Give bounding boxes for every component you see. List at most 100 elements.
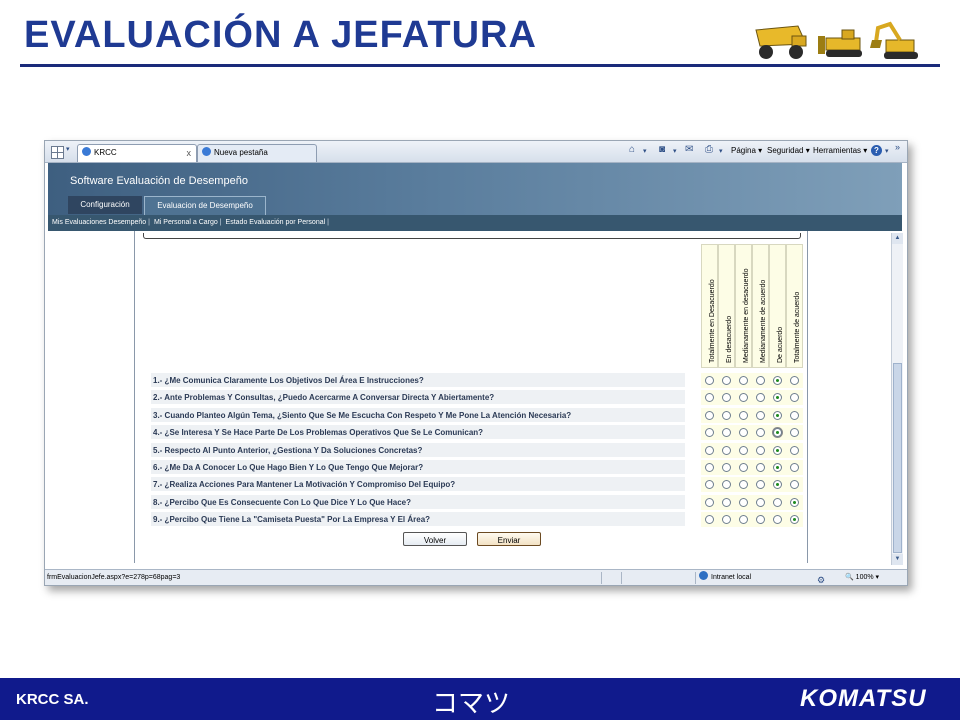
- rating-radio[interactable]: [790, 445, 799, 455]
- rating-radio[interactable]: [705, 428, 714, 438]
- zoom-control[interactable]: 🔍 100% ▾: [845, 570, 879, 585]
- tab-list-chevron-icon[interactable]: ▾: [66, 145, 70, 153]
- radio-cell: [786, 494, 803, 510]
- rating-radio[interactable]: [739, 376, 748, 385]
- feeds-dropdown-icon[interactable]: ▾: [673, 147, 677, 155]
- page-menu[interactable]: Página ▾: [731, 146, 762, 155]
- radio-cell: [752, 373, 769, 388]
- tools-menu[interactable]: Herramientas ▾: [813, 146, 867, 155]
- radio-cell: [769, 494, 786, 510]
- volver-button[interactable]: Volver: [403, 532, 467, 546]
- scale-header-label: Totalmente de acuerdo: [794, 291, 801, 363]
- rating-radio[interactable]: [773, 515, 782, 525]
- rating-radio[interactable]: [705, 445, 714, 455]
- rating-radio[interactable]: [705, 376, 714, 385]
- rating-radio[interactable]: [773, 393, 782, 403]
- rating-radio[interactable]: [773, 376, 782, 385]
- rating-radio[interactable]: [773, 497, 782, 507]
- menu-estado-evaluacion[interactable]: Estado Evaluación por Personal: [226, 219, 326, 226]
- home-icon[interactable]: ⌂: [629, 144, 635, 155]
- rating-radio[interactable]: [790, 376, 799, 385]
- tab-evaluacion-desempeno[interactable]: Evaluacion de Desempeño: [144, 196, 266, 215]
- rating-radio[interactable]: [705, 497, 714, 507]
- rating-radio[interactable]: [756, 463, 765, 472]
- print-icon[interactable]: ⎙: [705, 144, 713, 155]
- rating-radio[interactable]: [739, 463, 748, 472]
- title-divider: [20, 64, 940, 67]
- rating-radio[interactable]: [739, 480, 748, 490]
- radio-cell: [735, 477, 752, 493]
- browser-tab-new[interactable]: Nueva pestaña: [197, 144, 317, 162]
- rating-radio[interactable]: [722, 428, 731, 438]
- rating-radio[interactable]: [756, 515, 765, 525]
- rating-radio[interactable]: [773, 428, 782, 438]
- rating-radio[interactable]: [722, 515, 731, 525]
- rating-radio[interactable]: [790, 515, 799, 525]
- toolbar-overflow-icon[interactable]: »: [895, 142, 900, 152]
- rating-radio[interactable]: [739, 393, 748, 403]
- question-text: 5.- Respecto Al Punto Anterior, ¿Gestion…: [151, 442, 685, 458]
- rating-radio[interactable]: [756, 445, 765, 455]
- tab-close-icon[interactable]: x: [187, 145, 192, 161]
- rating-radio[interactable]: [773, 463, 782, 472]
- menu-mi-personal[interactable]: Mi Personal a Cargo: [154, 219, 218, 226]
- radio-cell: [701, 460, 718, 475]
- rating-radio[interactable]: [739, 515, 748, 525]
- rating-radio[interactable]: [705, 393, 714, 403]
- rating-radio[interactable]: [756, 497, 765, 507]
- rating-radio[interactable]: [790, 463, 799, 472]
- print-dropdown-icon[interactable]: ▾: [719, 147, 723, 155]
- rating-radio[interactable]: [773, 480, 782, 490]
- rating-radio[interactable]: [722, 497, 731, 507]
- rating-radio[interactable]: [773, 445, 782, 455]
- protected-mode-icon[interactable]: ⚙: [817, 572, 825, 585]
- vertical-scrollbar[interactable]: ▲ ▼: [891, 233, 903, 565]
- rating-radio[interactable]: [756, 376, 765, 385]
- tab-configuracion[interactable]: Configuración: [68, 196, 142, 214]
- rating-radio[interactable]: [790, 393, 799, 403]
- feeds-icon[interactable]: ◙: [659, 144, 665, 155]
- rating-radio[interactable]: [739, 497, 748, 507]
- rating-radio[interactable]: [756, 393, 765, 403]
- rating-radio[interactable]: [790, 480, 799, 490]
- rating-radio[interactable]: [790, 410, 799, 420]
- home-dropdown-icon[interactable]: ▾: [643, 147, 647, 155]
- komatsu-logo: KOMATSU: [800, 685, 927, 712]
- rating-radio[interactable]: [705, 515, 714, 525]
- radio-cell: [786, 425, 803, 441]
- enviar-button[interactable]: Enviar: [477, 532, 541, 546]
- rating-radio[interactable]: [722, 480, 731, 490]
- dump-truck-icon: [755, 25, 807, 59]
- rating-radio[interactable]: [705, 410, 714, 420]
- rating-radio[interactable]: [705, 480, 714, 490]
- quick-tabs-icon[interactable]: [51, 146, 64, 159]
- mail-icon[interactable]: ✉: [685, 144, 693, 155]
- rating-radio[interactable]: [739, 410, 748, 420]
- help-dropdown-icon[interactable]: ▾: [885, 147, 889, 155]
- rating-radio[interactable]: [739, 445, 748, 455]
- rating-radio[interactable]: [722, 393, 731, 403]
- scroll-up-icon[interactable]: ▲: [892, 233, 903, 244]
- rating-radio[interactable]: [722, 445, 731, 455]
- rating-radio[interactable]: [722, 463, 731, 472]
- security-menu[interactable]: Seguridad ▾: [767, 146, 810, 155]
- rating-radio[interactable]: [739, 428, 748, 438]
- rating-radio[interactable]: [722, 410, 731, 420]
- scroll-thumb[interactable]: [893, 363, 902, 553]
- rating-radio[interactable]: [722, 376, 731, 385]
- rating-radio[interactable]: [756, 480, 765, 490]
- rating-radio[interactable]: [756, 428, 765, 438]
- rating-radio[interactable]: [790, 497, 799, 507]
- rating-radio[interactable]: [790, 428, 799, 438]
- radio-cell: [769, 512, 786, 528]
- rating-radio[interactable]: [705, 463, 714, 472]
- browser-tab-krcc[interactable]: KRCC x: [77, 144, 197, 162]
- app-header: Software Evaluación de Desempeño Configu…: [48, 163, 902, 215]
- radio-cell: [735, 425, 752, 441]
- rating-radio[interactable]: [773, 410, 782, 420]
- scroll-down-icon[interactable]: ▼: [892, 554, 903, 565]
- help-icon[interactable]: ?: [871, 145, 882, 156]
- menu-mis-evaluaciones[interactable]: Mis Evaluaciones Desempeño: [52, 219, 146, 226]
- browser-window: ▾ KRCC x Nueva pestaña ⌂ ▾ ◙ ▾ ✉ ⎙ ▾ Pág…: [44, 140, 908, 586]
- rating-radio[interactable]: [756, 410, 765, 420]
